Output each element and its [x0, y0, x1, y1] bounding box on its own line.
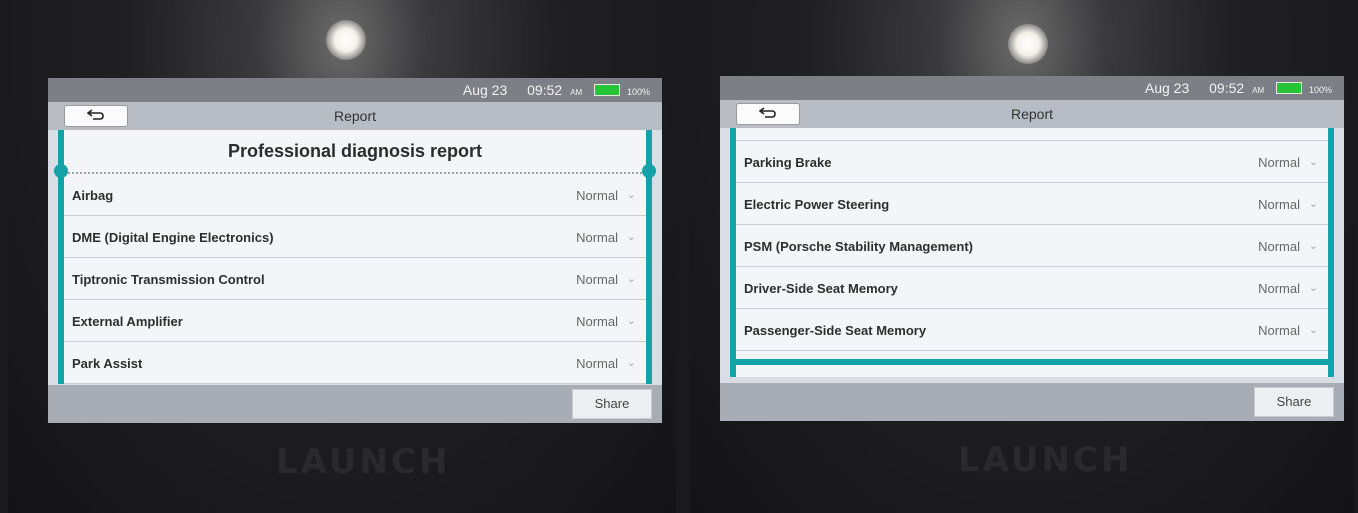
list-item[interactable]: External Amplifier Normal ⌄: [64, 300, 646, 342]
status-time: 09:52 AM: [1209, 80, 1265, 96]
battery-icon: [594, 84, 621, 96]
list-item[interactable]: Passenger-Side Seat Memory Normal ⌄: [736, 309, 1328, 351]
battery-icon: [1276, 82, 1303, 94]
report-list[interactable]: Professional diagnosis report Airbag Norm…: [54, 130, 656, 384]
launch-logo: LAUNCH: [276, 442, 451, 482]
share-button[interactable]: Share: [572, 389, 652, 419]
report-heading: Professional diagnosis report: [54, 130, 656, 178]
chevron-down-icon[interactable]: ⌄: [1309, 281, 1318, 294]
list-item[interactable]: Electric Power Steering Normal ⌄: [736, 183, 1328, 225]
device-screen: Aug 23 09:52 AM 100% Report Professional …: [48, 78, 662, 423]
status-date: Aug 23: [1144, 80, 1190, 96]
page-title: Report: [333, 108, 377, 124]
status-bar: Aug 23 09:52 AM 100%: [48, 78, 662, 102]
chevron-down-icon[interactable]: ⌄: [1309, 323, 1318, 336]
chevron-down-icon[interactable]: ⌄: [1309, 155, 1318, 168]
chevron-down-icon[interactable]: ⌄: [627, 272, 636, 285]
launch-logo: LAUNCH: [958, 440, 1133, 480]
list-item[interactable]: Park Assist Normal ⌄: [64, 342, 646, 384]
list-item[interactable]: DME (Digital Engine Electronics) Normal ⌄: [64, 216, 646, 258]
next-card-edge: [740, 365, 1324, 377]
list-item[interactable]: Driver-Side Seat Memory Normal ⌄: [736, 267, 1328, 309]
device-screen: Aug 23 09:52 AM 100% Report Parking Brake…: [720, 76, 1344, 421]
left-photo: LAUNCH Aug 23 09:52 AM 100% Report Profes…: [8, 0, 676, 513]
right-photo: LAUNCH Aug 23 09:52 AM 100% Report Parkin…: [690, 0, 1354, 513]
light-glare: [1008, 24, 1048, 64]
page-title: Report: [1010, 106, 1054, 122]
battery-percent: 100%: [626, 87, 650, 97]
share-button[interactable]: Share: [1254, 387, 1334, 417]
chevron-down-icon[interactable]: ⌄: [627, 188, 636, 201]
status-date: Aug 23: [462, 82, 508, 98]
title-bar: Report: [720, 100, 1344, 128]
chevron-down-icon[interactable]: ⌄: [627, 314, 636, 327]
bottom-bar: Share: [48, 385, 662, 423]
bottom-bar: Share: [720, 383, 1344, 421]
light-glare: [326, 20, 366, 60]
chevron-down-icon[interactable]: ⌄: [1309, 197, 1318, 210]
list-item[interactable]: Parking Brake Normal ⌄: [736, 141, 1328, 183]
battery-percent: 100%: [1308, 85, 1332, 95]
chevron-down-icon[interactable]: ⌄: [627, 356, 636, 369]
status-time: 09:52 AM: [527, 82, 583, 98]
report-list[interactable]: Parking Brake Normal ⌄ Electric Power Stee…: [730, 128, 1334, 377]
chevron-down-icon[interactable]: ⌄: [1309, 239, 1318, 252]
list-item[interactable]: PSM (Porsche Stability Management) Normal…: [736, 225, 1328, 267]
status-bar: Aug 23 09:52 AM 100%: [720, 76, 1344, 100]
list-item[interactable]: Tiptronic Transmission Control Normal ⌄: [64, 258, 646, 300]
title-bar: Report: [48, 102, 662, 130]
list-item[interactable]: Airbag Normal ⌄: [64, 174, 646, 216]
chevron-down-icon[interactable]: ⌄: [627, 230, 636, 243]
